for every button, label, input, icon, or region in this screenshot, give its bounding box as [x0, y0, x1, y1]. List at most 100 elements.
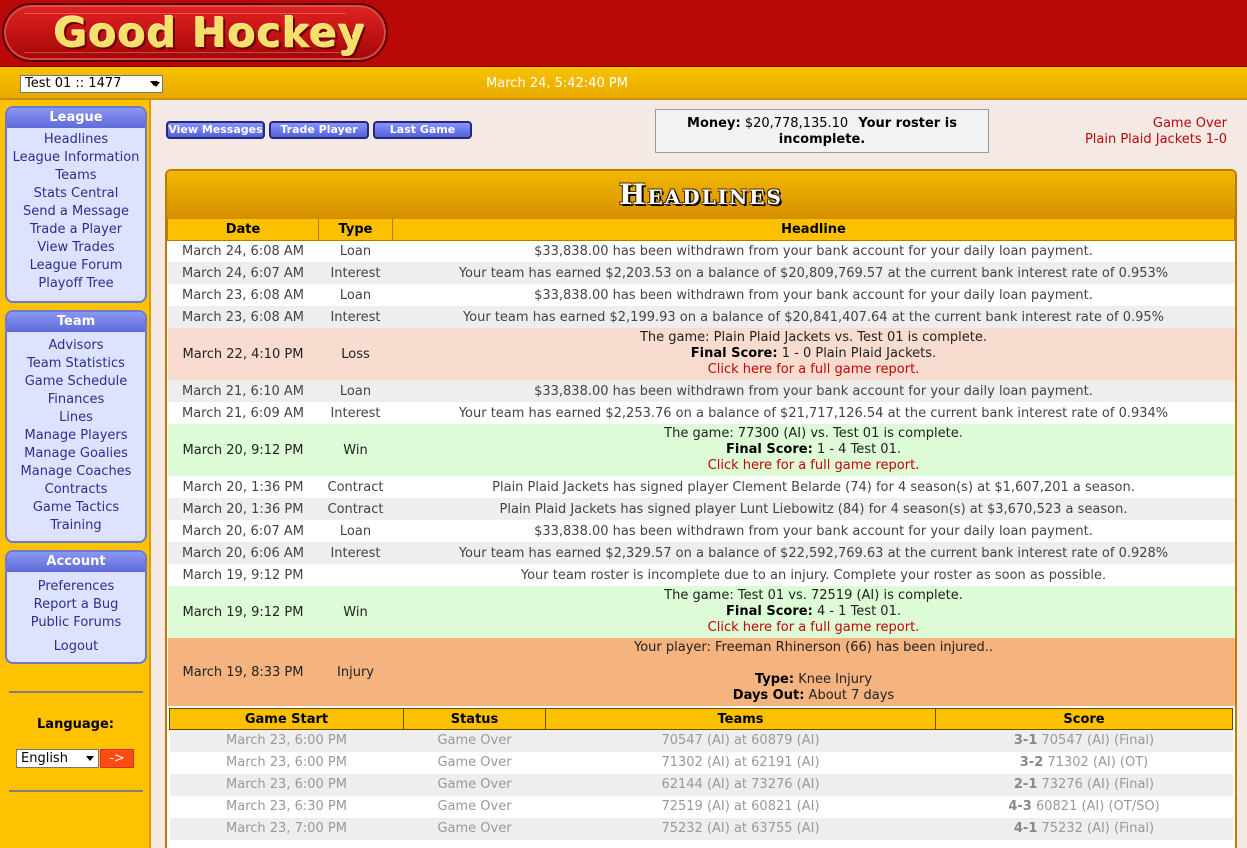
sidebar-item-finances[interactable]: Finances [7, 391, 145, 409]
game-row[interactable]: March 23, 7:00 PM Game Over 75232 (AI) at … [169, 817, 1233, 840]
final-score-value: 1 - 0 Plain Plaid Jackets. [781, 346, 937, 361]
top-banner: Good Hockey [0, 0, 1247, 67]
headline-text: The game: Test 01 vs. 72519 (AI) is comp… [392, 586, 1235, 638]
sidebar-item-manage-players[interactable]: Manage Players [7, 427, 145, 445]
headline-text: Your player: Freeman Rhinerson (66) has … [392, 638, 1235, 706]
headline-text: $33,838.00 has been withdrawn from your … [392, 240, 1235, 262]
language-select[interactable]: English [16, 749, 99, 768]
game-report-link[interactable]: Click here for a full game report. [393, 362, 1235, 378]
col-teams: Teams [545, 708, 936, 730]
final-score-value: 4 - 1 Test 01. [816, 604, 901, 619]
headline-row: March 20, 6:07 AM Loan $33,838.00 has been… [167, 520, 1235, 542]
trade-player-button[interactable]: Trade Player [269, 121, 369, 139]
sidebar-item-manage-goalies[interactable]: Manage Goalies [7, 445, 145, 463]
headline-type: Loan [318, 520, 393, 542]
sidebar-item-report-a-bug[interactable]: Report a Bug [7, 596, 145, 614]
game-score: 3-1 70547 (AI) (Final) [935, 729, 1233, 752]
game-teams: 72519 (AI) at 60821 (AI) [545, 795, 936, 818]
game-report-link[interactable]: Click here for a full game report. [393, 620, 1235, 636]
headline-type: Interest [318, 402, 393, 424]
headline-row: March 19, 9:12 PM Win The game: Test 01 vs… [167, 586, 1235, 638]
game-winner: 73276 (AI) (Final) [1041, 777, 1155, 792]
headline-row: March 19, 8:33 PM Injury Your player: Free… [167, 638, 1235, 706]
game-summary: The game: Test 01 vs. 72519 (AI) is comp… [664, 588, 963, 603]
col-type: Type [318, 219, 393, 241]
headline-type: Contract [318, 498, 393, 520]
sidebar-divider [9, 790, 143, 792]
headline-row: March 24, 6:07 AM Interest Your team has e… [167, 262, 1235, 284]
headline-text: Your team roster is incomplete due to an… [392, 564, 1235, 586]
headline-row: March 21, 6:09 AM Interest Your team has e… [167, 402, 1235, 424]
game-start: March 23, 6:00 PM [169, 751, 404, 774]
col-game-start: Game Start [169, 708, 404, 730]
sidebar-item-advisors[interactable]: Advisors [7, 337, 145, 355]
headline-date: March 20, 9:12 PM [167, 424, 319, 476]
logo-text: Good Hockey [54, 9, 367, 57]
sidebar-item-logout[interactable]: Logout [7, 638, 145, 656]
headline-text: Your team has earned $2,199.93 on a bala… [392, 306, 1235, 328]
headline-date: March 23, 6:08 AM [167, 306, 319, 328]
sidebar-item-league-information[interactable]: League Information [7, 149, 145, 167]
sidebar-item-training[interactable]: Training [7, 517, 145, 535]
sidebar-item-send-a-message[interactable]: Send a Message [7, 203, 145, 221]
server-clock: March 24, 5:42:40 PM [486, 76, 628, 91]
sidebar-item-lines[interactable]: Lines [7, 409, 145, 427]
headline-row: March 23, 6:08 AM Loan $33,838.00 has been… [167, 284, 1235, 306]
headline-text: $33,838.00 has been withdrawn from your … [392, 284, 1235, 306]
nav-league-title: League [7, 108, 145, 128]
game-summary: The game: 77300 (AI) vs. Test 01 is comp… [664, 426, 963, 441]
headline-text: $33,838.00 has been withdrawn from your … [392, 380, 1235, 402]
headline-date: March 21, 6:10 AM [167, 380, 319, 402]
money-label: Money: [687, 116, 741, 131]
headline-date: March 20, 6:06 AM [167, 542, 319, 564]
sub-banner: Test 01 :: 1477 March 24, 5:42:40 PM [0, 67, 1247, 100]
game-report-link[interactable]: Click here for a full game report. [393, 458, 1235, 474]
game-row[interactable]: March 23, 6:00 PM Game Over 62144 (AI) at … [169, 773, 1233, 796]
sidebar-item-manage-coaches[interactable]: Manage Coaches [7, 463, 145, 481]
game-status: Game Over [403, 795, 546, 818]
last-game-button[interactable]: Last Game [373, 121, 472, 139]
last-game-result: Plain Plaid Jackets 1-0 [1084, 132, 1227, 147]
sidebar-item-game-tactics[interactable]: Game Tactics [7, 499, 145, 517]
game-score-value: 2-1 [1013, 777, 1038, 792]
game-row[interactable]: March 23, 6:00 PM Game Over 71302 (AI) at … [169, 751, 1233, 774]
headline-type: Loss [318, 328, 393, 380]
money-value: $20,778,135.10 [744, 116, 849, 131]
view-messages-button[interactable]: View Messages [166, 121, 265, 139]
sidebar-item-contracts[interactable]: Contracts [7, 481, 145, 499]
game-teams: 62144 (AI) at 73276 (AI) [545, 773, 936, 796]
game-winner: 75232 (AI) (Final) [1041, 821, 1155, 836]
game-row[interactable]: March 23, 6:30 PM Game Over 72519 (AI) at … [169, 795, 1233, 818]
headline-text: The game: Plain Plaid Jackets vs. Test 0… [392, 328, 1235, 380]
sidebar-item-view-trades[interactable]: View Trades [7, 239, 145, 257]
headline-date: March 21, 6:09 AM [167, 402, 319, 424]
site-logo[interactable]: Good Hockey [2, 3, 388, 62]
sidebar-item-stats-central[interactable]: Stats Central [7, 185, 145, 203]
col-score: Score [935, 708, 1233, 730]
sidebar-item-trade-a-player[interactable]: Trade a Player [7, 221, 145, 239]
language-go-button[interactable]: -> [100, 749, 134, 768]
sidebar-item-playoff-tree[interactable]: Playoff Tree [7, 275, 145, 293]
game-score: 2-1 73276 (AI) (Final) [935, 773, 1233, 796]
headline-type: Win [318, 424, 393, 476]
headlines-table: Date Type Headline March 24, 6:08 AM Loan… [167, 219, 1235, 706]
last-game-summary[interactable]: Game Over Plain Plaid Jackets 1-0 [1000, 116, 1227, 148]
game-score: 4-3 60821 (AI) (OT/SO) [935, 795, 1233, 818]
sidebar-item-teams[interactable]: Teams [7, 167, 145, 185]
sidebar-item-preferences[interactable]: Preferences [7, 578, 145, 596]
headline-row: March 20, 6:06 AM Interest Your team has e… [167, 542, 1235, 564]
sidebar-item-team-statistics[interactable]: Team Statistics [7, 355, 145, 373]
sidebar-item-headlines[interactable]: Headlines [7, 131, 145, 149]
injury-days-value: About 7 days [808, 688, 895, 703]
final-score-label: Final Score: [690, 346, 778, 361]
panel-title-bar: Headlines [167, 171, 1235, 219]
injury-type-label: Type: [754, 672, 795, 687]
sidebar-item-game-schedule[interactable]: Game Schedule [7, 373, 145, 391]
sidebar-divider [9, 691, 143, 693]
headline-type: Contract [318, 476, 393, 498]
headline-row: March 22, 4:10 PM Loss The game: Plain Pla… [167, 328, 1235, 380]
sidebar-item-league-forum[interactable]: League Forum [7, 257, 145, 275]
headline-date: March 19, 9:12 PM [167, 564, 319, 586]
game-row[interactable]: March 23, 6:00 PM Game Over 70547 (AI) at … [169, 729, 1233, 752]
sidebar-item-public-forums[interactable]: Public Forums [7, 614, 145, 632]
